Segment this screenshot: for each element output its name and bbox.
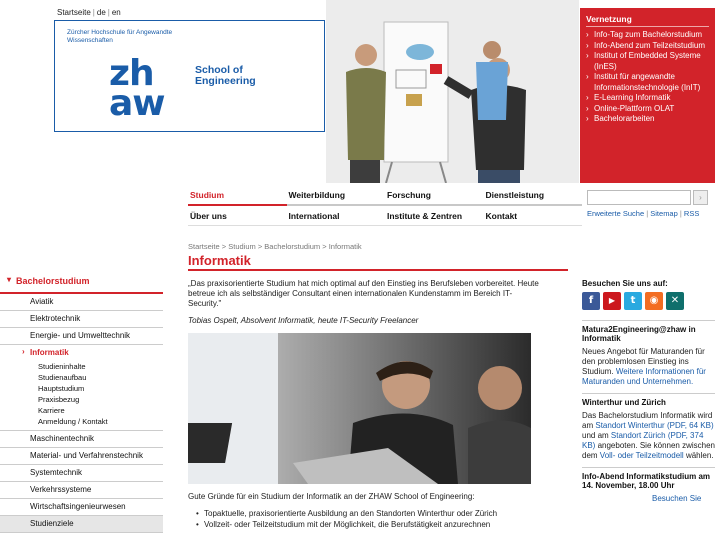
model-link[interactable]: Voll- oder Teilzeitmodell [600,451,684,460]
zhaw-logo[interactable]: Zürcher Hochschule für Angewandte Wissen… [54,20,325,132]
vernetzung-link[interactable]: Institut of Embedded Systeme (InES) [586,51,709,72]
nav-kontakt[interactable]: Kontakt [483,206,582,226]
students-photo [188,333,531,484]
separator: | [679,209,682,218]
main-navigation: Studium Weiterbildung Forschung Dienstle… [188,188,582,226]
sidebar-item-aviatik[interactable]: Aviatik [0,294,163,311]
lang-de-link[interactable]: de [96,8,107,17]
sidebar-item-studienziele[interactable]: Studienziele [0,516,163,533]
testimonial-author: Tobias Ospelt, Absolvent Informatik, heu… [188,316,419,325]
sidebar-item-material[interactable]: Material- und Verfahrenstechnik [0,448,163,465]
matura-title: Matura2Engineering@zhaw in Informatik [582,325,696,343]
sidebar-item-wirtschaft[interactable]: Wirtschaftsingenieurwesen [0,499,163,516]
nav-forschung[interactable]: Forschung [385,188,484,206]
reasons-list: Topaktuelle, praxisorientierte Ausbildun… [196,508,497,530]
youtube-icon[interactable]: ▶ [603,292,621,310]
winterthur-pdf-link[interactable]: Standort Winterthur (PDF, 64 KB) [595,421,713,430]
info-evening-link[interactable]: Besuchen Sie [652,494,701,503]
language-bar: Startseite | de | en [56,8,122,17]
location-title: Winterthur und Zürich [582,398,666,407]
sidebar-subitem[interactable]: Studienaufbau [0,372,163,383]
sidebar-subitem[interactable]: Anmeldung / Kontakt [0,416,163,427]
sidebar-nav: Bachelorstudium Aviatik Elektrotechnik E… [0,272,163,533]
zhaw-logo-mark: zh aw [109,56,166,124]
location-text: wählen. [685,451,714,460]
location-text: und am [582,431,609,440]
matura-block: Matura2Engineering@zhaw in Informatik Ne… [582,320,715,387]
school-name: School of Engineering [195,64,256,87]
testimonial-quote: „Das praxisorientierte Studium hat mich … [188,279,539,308]
sidebar-subitem[interactable]: Praxisbezug [0,394,163,405]
vernetzung-link[interactable]: Online-Plattform OLAT [586,104,709,115]
vernetzung-panel: Vernetzung Info-Tag zum Bachelorstudium … [580,8,715,183]
vernetzung-link[interactable]: Bachelorarbeiten [586,114,709,125]
nav-ueber-uns[interactable]: Über uns [188,206,287,226]
nav-studium[interactable]: Studium [188,188,287,206]
sidebar-subitem[interactable]: Hauptstudium [0,383,163,394]
breadcrumb[interactable]: Startseite > Studium > Bachelorstudium >… [188,242,362,251]
list-item: Topaktuelle, praxisorientierte Ausbildun… [196,508,497,519]
vernetzung-link[interactable]: E-Learning Informatik [586,93,709,104]
social-title: Besuchen Sie uns auf: [582,279,668,288]
sidebar-item-systemtechnik[interactable]: Systemtechnik [0,465,163,482]
sidebar-item-informatik[interactable]: Informatik [0,345,163,361]
xing-icon[interactable]: ✕ [666,292,684,310]
lang-en-link[interactable]: en [111,8,122,17]
hero-photo [326,0,579,183]
sidebar-item-maschinentechnik[interactable]: Maschinentechnik [0,431,163,448]
sidebar-item-verkehrssysteme[interactable]: Verkehrssysteme [0,482,163,499]
sidebar-item-energie[interactable]: Energie- und Umwelttechnik [0,328,163,345]
reasons-intro: Gute Gründe für ein Studium der Informat… [188,492,475,501]
facebook-icon[interactable]: f [582,292,600,310]
sidebar-heading[interactable]: Bachelorstudium [0,272,163,294]
sidebar-subitem[interactable]: Studieninhalte [0,361,163,372]
search-box: › [587,190,708,205]
nav-international[interactable]: International [286,206,385,226]
twitter-icon[interactable]: t [624,292,642,310]
advanced-search-link[interactable]: Erweiterte Suche [587,209,644,218]
separator: | [646,209,649,218]
sidebar-item-elektrotechnik[interactable]: Elektrotechnik [0,311,163,328]
sidebar-subitem[interactable]: Karriere [0,405,163,416]
students-illustration [188,333,531,484]
info-evening-block: Info-Abend Informatikstudium am 14. Nove… [582,467,715,504]
sitemap-link[interactable]: Sitemap [650,209,678,218]
logo-mark-line2: aw [109,83,166,124]
info-evening-title: Info-Abend Informatikstudium am 14. Nove… [582,472,710,490]
search-links: Erweiterte Suche | Sitemap | RSS [587,209,699,218]
issuu-icon[interactable]: ◉ [645,292,663,310]
vernetzung-link[interactable]: Info-Tag zum Bachelorstudium [586,30,709,41]
vernetzung-link[interactable]: Institut für angewandte Informationstech… [586,72,709,93]
list-item: Vollzeit- oder Teilzeitstudium mit der M… [196,519,497,530]
sidebar-active-group: Informatik Studieninhalte Studienaufbau … [0,345,163,431]
institution-name: Zürcher Hochschule für Angewandte Wissen… [67,29,173,44]
search-submit-button[interactable]: › [693,190,708,205]
search-input[interactable] [587,190,691,205]
vernetzung-title: Vernetzung [586,14,709,27]
location-block: Winterthur und Zürich Das Bachelorstudiu… [582,393,715,461]
page-title: Informatik [188,253,568,271]
home-link[interactable]: Startseite [56,8,92,17]
nav-dienstleistung[interactable]: Dienstleistung [483,188,582,206]
hero-illustration [326,0,579,183]
social-icons: f ▶ t ◉ ✕ [582,292,715,310]
nav-weiterbildung[interactable]: Weiterbildung [286,188,385,206]
rss-link[interactable]: RSS [684,209,699,218]
right-column: Besuchen Sie uns auf: f ▶ t ◉ ✕ Matura2E… [582,279,715,510]
nav-institute-zentren[interactable]: Institute & Zentren [385,206,484,226]
vernetzung-link[interactable]: Info-Abend zum Teilzeitstudium [586,41,709,52]
